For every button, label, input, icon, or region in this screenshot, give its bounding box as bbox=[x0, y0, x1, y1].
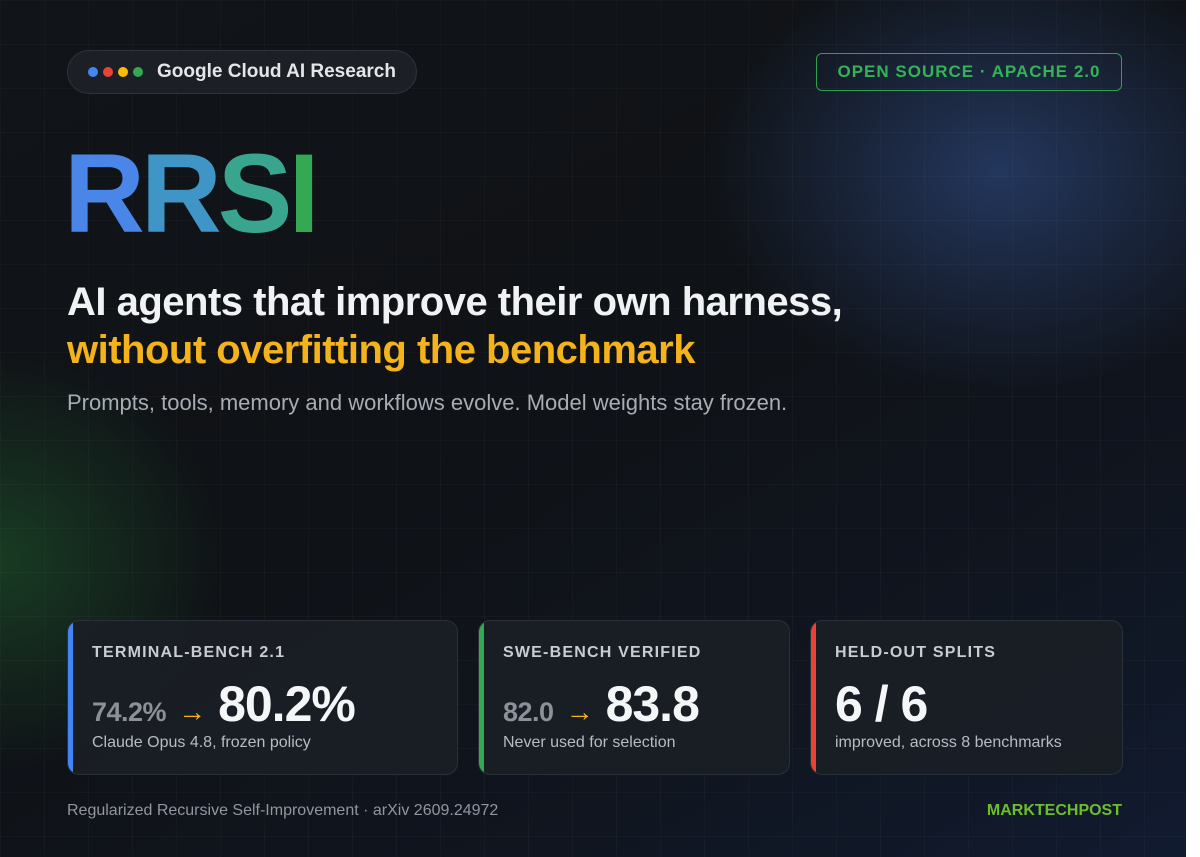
stat-note: Never used for selection bbox=[503, 734, 676, 751]
arrow-right-icon: → bbox=[178, 696, 207, 727]
stat-after-value: 80.2% bbox=[218, 676, 356, 732]
stat-after-value: 83.8 bbox=[605, 676, 700, 732]
headline-line-2: without overfitting the benchmark bbox=[67, 328, 695, 372]
stat-before-value: 74.2% bbox=[92, 697, 167, 727]
stat-metric: 6 / 6 bbox=[835, 675, 928, 733]
title-letter: R bbox=[140, 131, 222, 256]
stat-label: HELD-OUT SPLITS bbox=[835, 644, 997, 661]
org-name: Google Cloud AI Research bbox=[157, 61, 396, 82]
red-dot bbox=[103, 67, 113, 77]
card-accent-bar bbox=[68, 621, 73, 774]
card-accent-bar bbox=[479, 621, 484, 774]
stat-metric: 74.2% → 80.2% bbox=[92, 675, 356, 733]
card-accent-bar bbox=[811, 621, 816, 774]
headline: AI agents that improve their own harness… bbox=[67, 278, 843, 374]
stat-before-value: 82.0 bbox=[503, 697, 554, 727]
blue-dot bbox=[88, 67, 98, 77]
stat-metric: 82.0 → 83.8 bbox=[503, 675, 700, 733]
page-title: RRSI bbox=[64, 131, 320, 256]
footer-citation: Regularized Recursive Self-Improvement ·… bbox=[67, 802, 499, 819]
hero-banner: Google Cloud AI Research OPEN SOURCE · A… bbox=[0, 0, 1186, 857]
stat-note: Claude Opus 4.8, frozen policy bbox=[92, 734, 311, 751]
org-pill: Google Cloud AI Research bbox=[67, 50, 417, 94]
title-letter: I bbox=[288, 131, 319, 256]
green-dot bbox=[133, 67, 143, 77]
stat-note: improved, across 8 benchmarks bbox=[835, 734, 1062, 751]
arrow-right-icon: → bbox=[565, 696, 594, 727]
stat-card-held-out-splits: HELD-OUT SPLITS 6 / 6 improved, across 8… bbox=[810, 620, 1123, 775]
title-letter: R bbox=[64, 131, 145, 256]
stat-after-value: 6 / 6 bbox=[835, 676, 928, 732]
stat-label: SWE-BENCH VERIFIED bbox=[503, 644, 702, 661]
license-badge: OPEN SOURCE · APACHE 2.0 bbox=[816, 53, 1122, 91]
google-dots-icon bbox=[88, 67, 143, 77]
footer-brand: MARKTECHPOST bbox=[986, 802, 1122, 819]
stat-card-swe-bench: SWE-BENCH VERIFIED 82.0 → 83.8 Never use… bbox=[478, 620, 790, 775]
headline-line-1: AI agents that improve their own harness… bbox=[67, 280, 843, 324]
stat-card-terminal-bench: TERMINAL-BENCH 2.1 74.2% → 80.2% Claude … bbox=[67, 620, 458, 775]
yellow-dot bbox=[118, 67, 128, 77]
subheadline: Prompts, tools, memory and workflows evo… bbox=[67, 390, 788, 415]
stat-label: TERMINAL-BENCH 2.1 bbox=[92, 644, 286, 661]
title-letter: S bbox=[217, 131, 293, 256]
